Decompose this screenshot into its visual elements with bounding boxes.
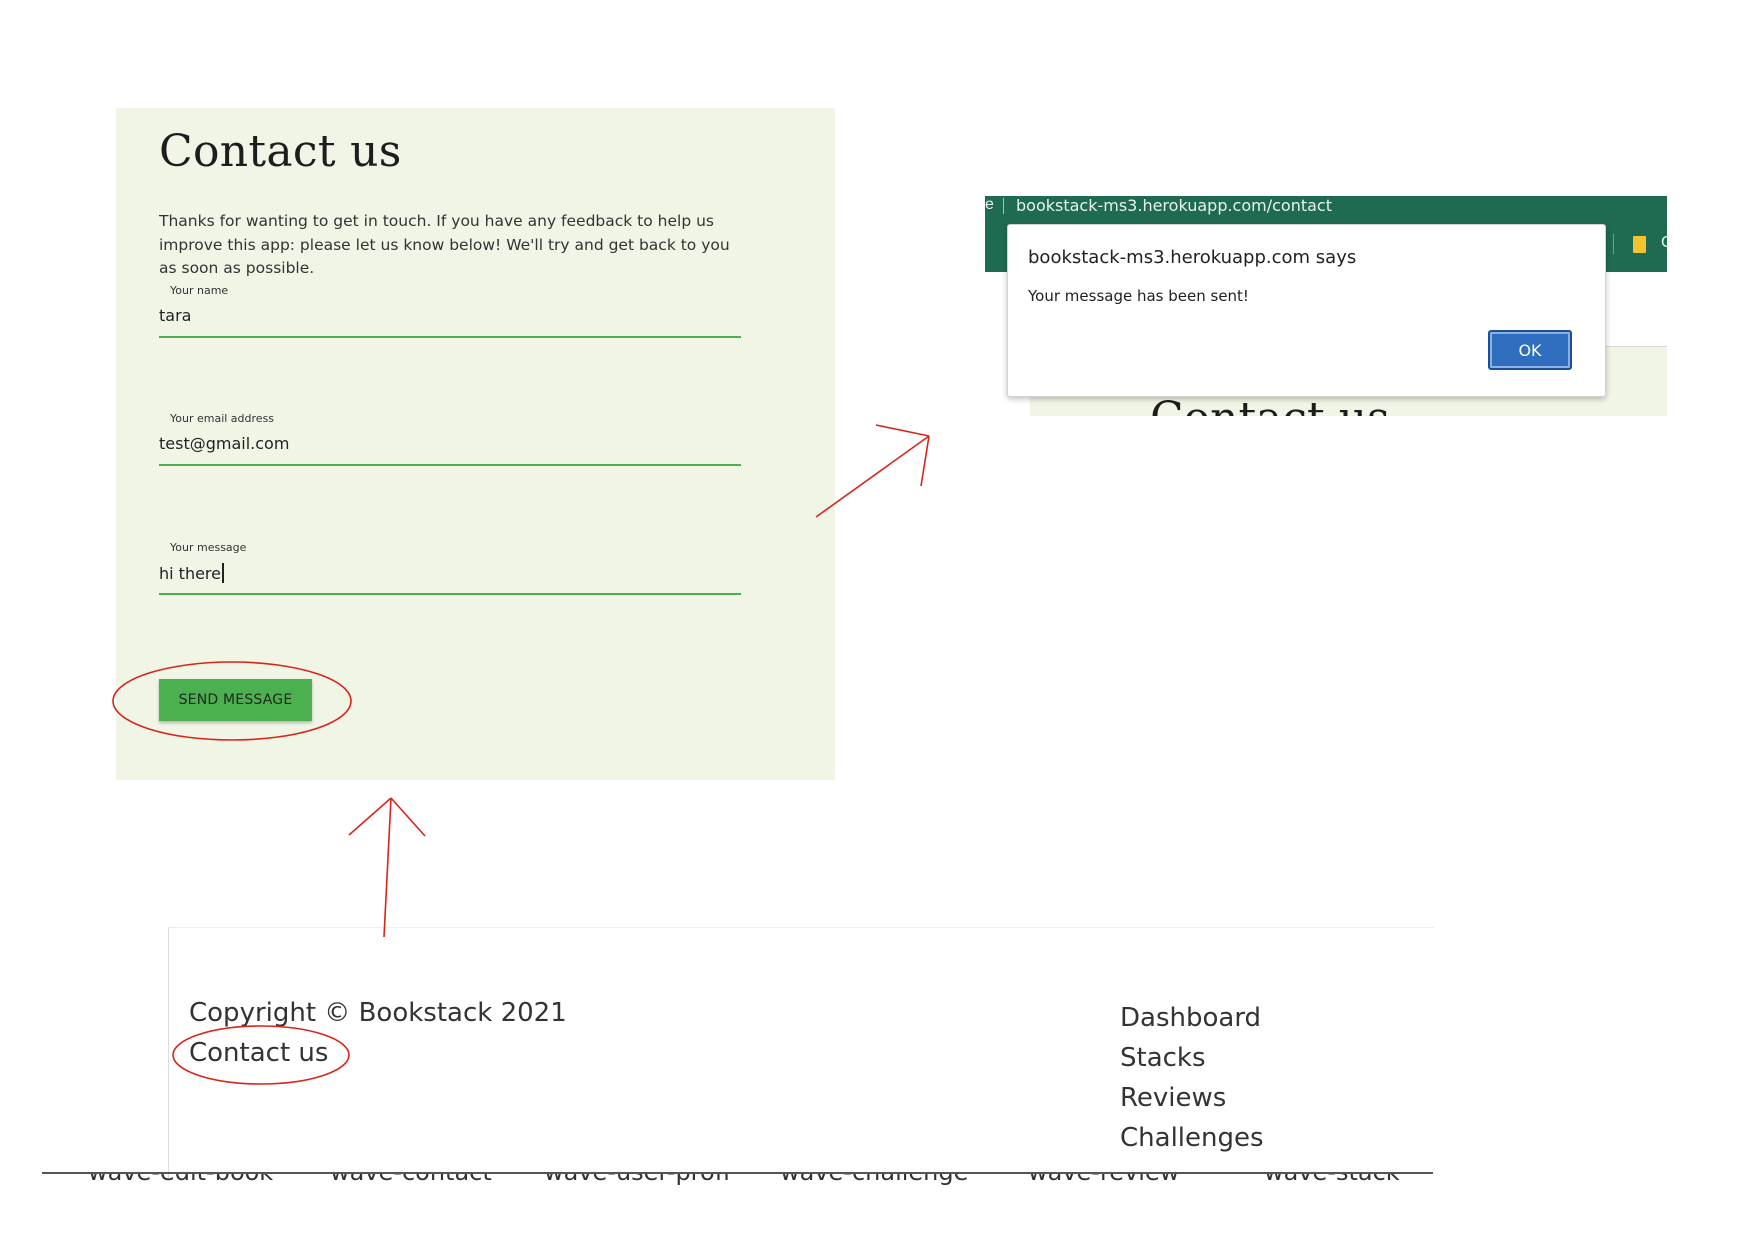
url-prefix: e bbox=[985, 196, 994, 213]
bookmark-icon[interactable] bbox=[1633, 236, 1646, 253]
page-title: Contact us bbox=[159, 126, 402, 177]
ok-button[interactable]: OK bbox=[1488, 330, 1572, 370]
footer-link-challenges[interactable]: Challenges bbox=[1120, 1118, 1264, 1158]
contact-form-panel: Contact us Thanks for wanting to get in … bbox=[116, 108, 835, 780]
footer-link-dashboard[interactable]: Dashboard bbox=[1120, 998, 1264, 1038]
url-separator bbox=[1003, 198, 1004, 214]
file-tab[interactable]: wave-review bbox=[1028, 1174, 1179, 1186]
dialog-message: Your message has been sent! bbox=[1028, 287, 1249, 305]
name-input[interactable]: tara bbox=[159, 306, 191, 325]
file-tab[interactable]: wave-edit-book bbox=[88, 1174, 273, 1186]
file-tab[interactable]: wave-user-profi bbox=[544, 1174, 730, 1186]
email-label: Your email address bbox=[170, 412, 275, 425]
url-text[interactable]: bookstack-ms3.herokuapp.com/contact bbox=[1016, 196, 1332, 215]
toolbar-separator bbox=[1613, 234, 1614, 254]
name-label: Your name bbox=[170, 284, 229, 297]
footer-screenshot: Copyright © Bookstack 2021 Contact us Da… bbox=[168, 927, 1434, 1178]
toolbar-edge-text: C bbox=[1661, 234, 1667, 251]
arrow-to-form-icon bbox=[348, 797, 426, 938]
footer-nav: Dashboard Stacks Reviews Challenges bbox=[1120, 998, 1264, 1158]
file-tab[interactable]: wave-stack bbox=[1264, 1174, 1400, 1186]
message-label: Your message bbox=[170, 541, 247, 554]
email-underline bbox=[159, 464, 741, 466]
send-message-button[interactable]: SEND MESSAGE bbox=[159, 679, 312, 721]
message-input[interactable]: hi there bbox=[159, 563, 224, 583]
email-input[interactable]: test@gmail.com bbox=[159, 434, 289, 453]
file-tabs-strip: wave-edit-book wave-contact wave-user-pr… bbox=[42, 1172, 1433, 1188]
file-tab[interactable]: wave-contact bbox=[330, 1174, 492, 1186]
copyright-text: Copyright © Bookstack 2021 bbox=[189, 998, 567, 1028]
alert-dialog: bookstack-ms3.herokuapp.com says Your me… bbox=[1007, 224, 1606, 397]
alert-screenshot: e bookstack-ms3.herokuapp.com/contact C … bbox=[985, 196, 1667, 416]
footer-link-reviews[interactable]: Reviews bbox=[1120, 1078, 1264, 1118]
name-underline bbox=[159, 336, 741, 338]
message-text: hi there bbox=[159, 564, 221, 583]
file-tab[interactable]: wave-challenge bbox=[780, 1174, 968, 1186]
message-underline bbox=[159, 593, 741, 595]
dialog-title: bookstack-ms3.herokuapp.com says bbox=[1028, 247, 1357, 268]
text-cursor bbox=[222, 563, 224, 583]
intro-text: Thanks for wanting to get in touch. If y… bbox=[159, 212, 730, 277]
footer-contact-link[interactable]: Contact us bbox=[189, 1038, 328, 1068]
footer-link-stacks[interactable]: Stacks bbox=[1120, 1038, 1264, 1078]
